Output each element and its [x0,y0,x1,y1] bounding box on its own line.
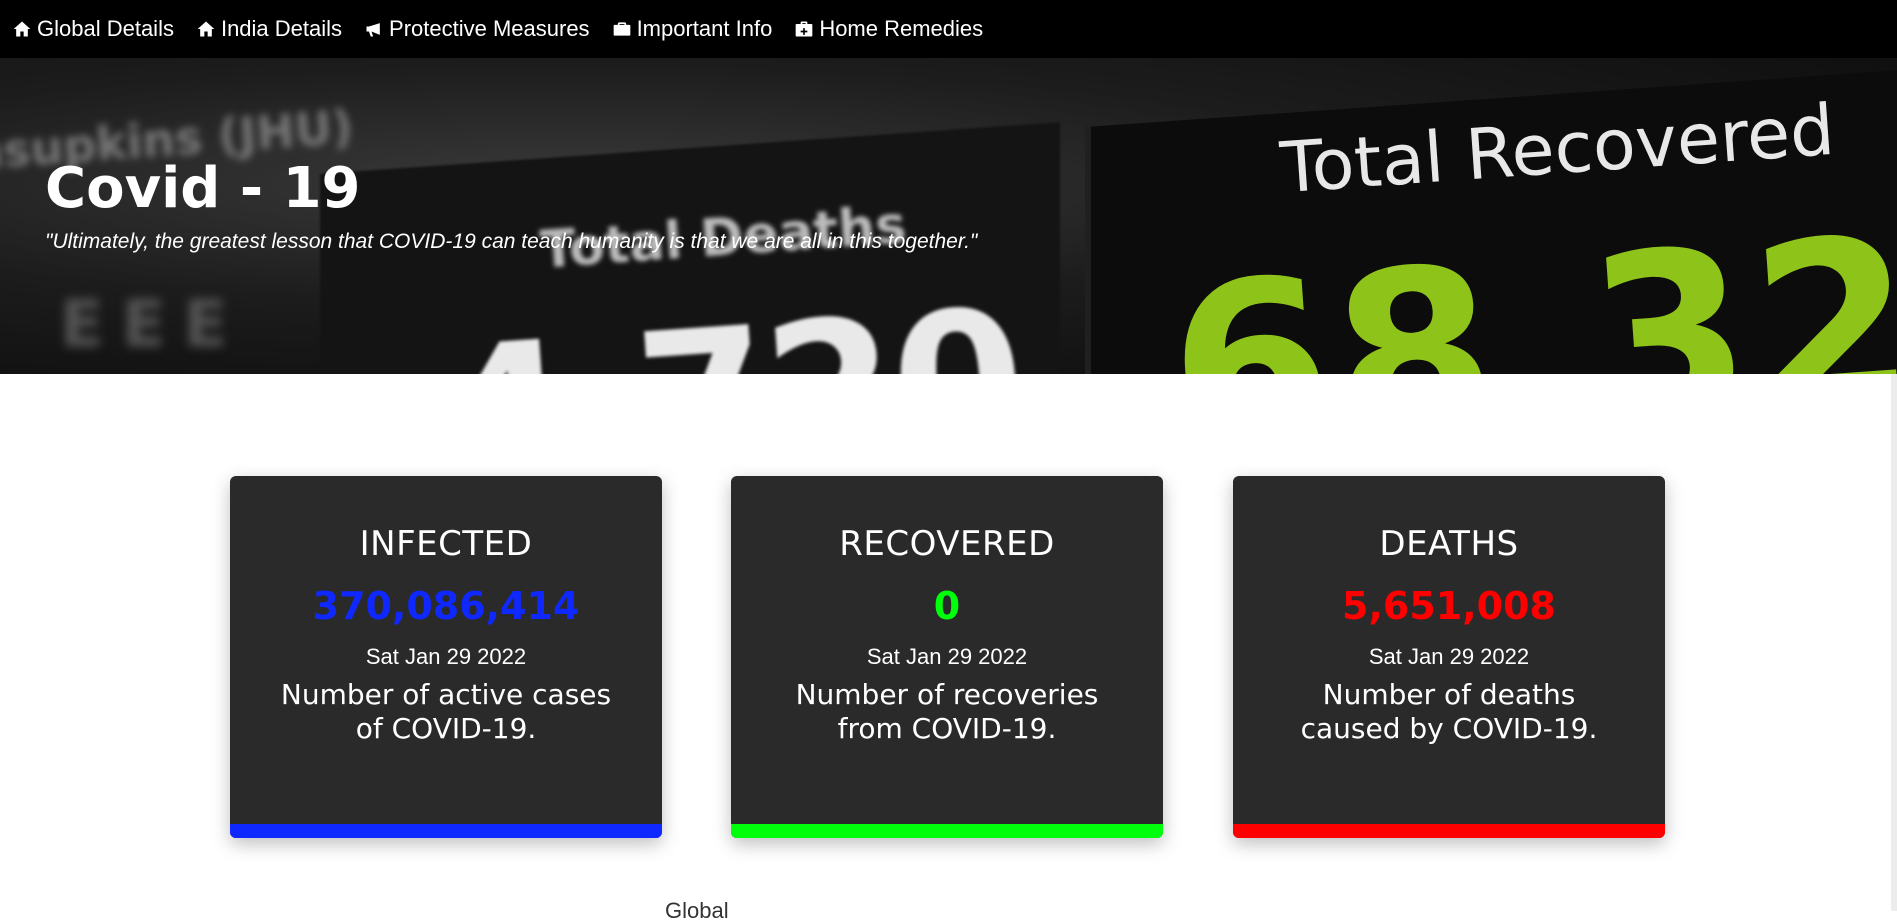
home-icon [13,21,31,37]
nav-protective-measures[interactable]: Protective Measures [364,16,590,42]
hero-quote: "Ultimately, the greatest lesson that CO… [45,230,978,253]
card-value: 5,651,008 [1342,584,1556,628]
megaphone-icon [366,23,380,37]
infected-card: INFECTED 370,086,414 Sat Jan 29 2022 Num… [230,476,662,838]
nav-india-details[interactable]: India Details [196,16,342,42]
card-accent-bar [731,824,1163,838]
card-description: Number of active cases of COVID-19. [280,678,612,745]
hero-banner: nsupkins (JHU) ЕЕЕ Total Deaths 4,720 To… [0,58,1897,374]
card-description: Number of deaths caused by COVID-19. [1300,678,1598,745]
home-icon [197,21,215,37]
recovered-card: RECOVERED 0 Sat Jan 29 2022 Number of re… [731,476,1163,838]
nav-important-info[interactable]: Important Info [612,16,773,42]
nav-label: Home Remedies [819,16,984,41]
card-value: 0 [933,584,961,628]
card-value: 370,086,414 [312,584,580,628]
nav-home-remedies[interactable]: Home Remedies [794,16,983,42]
section-heading-peek: Global [665,898,729,923]
card-date: Sat Jan 29 2022 [866,644,1028,669]
card-title: DEATHS [1379,524,1519,564]
card-accent-bar [230,824,662,838]
card-date: Sat Jan 29 2022 [365,644,527,669]
card-title: RECOVERED [839,524,1055,564]
hero-bg-text: ЕЕЕ [60,288,246,362]
nav-label: Global Details [37,16,174,41]
card-description: Number of recoveries from COVID-19. [795,678,1099,745]
nav-label: Protective Measures [389,16,590,41]
page-title: Covid - 19 [45,156,361,221]
briefcase-icon [613,22,630,36]
card-date: Sat Jan 29 2022 [1368,644,1530,669]
top-navbar: Global Details India Details Protective … [0,0,1897,58]
card-title: INFECTED [359,524,533,564]
nav-label: India Details [220,16,343,41]
card-accent-bar [1233,824,1665,838]
nav-label: Important Info [636,16,773,41]
medkit-icon [795,21,813,37]
hero-bg-panel [1085,68,1897,374]
deaths-card: DEATHS 5,651,008 Sat Jan 29 2022 Number … [1233,476,1665,838]
scrollbar[interactable] [1891,374,1897,911]
nav-global-details[interactable]: Global Details [12,16,174,42]
